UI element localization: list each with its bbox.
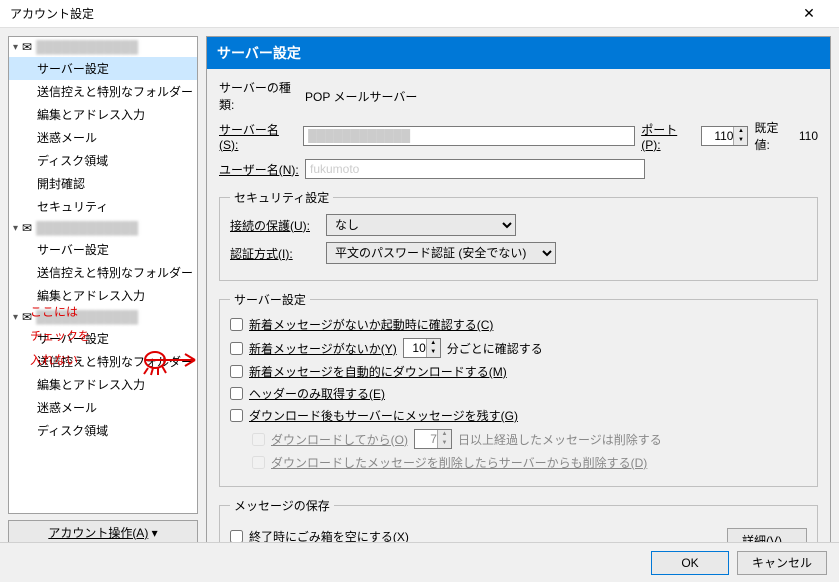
check-startup[interactable] [230, 318, 243, 331]
check-delete-server [252, 456, 265, 469]
server-name-label: サーバー名(S): [219, 121, 297, 152]
storage-fieldset: メッセージの保存 詳細(V)... 終了時にごみ箱を空にする(X) メッセージの… [219, 497, 818, 543]
caret-down-icon: ▾ [13, 42, 18, 53]
tree-item[interactable]: サーバー設定 [9, 238, 197, 261]
check-headers[interactable] [230, 387, 243, 400]
port-default-value: 110 [799, 129, 818, 143]
port-default-label: 既定値: [754, 119, 792, 153]
mail-icon: ✉ [22, 310, 32, 324]
tree-item[interactable]: サーバー設定 [9, 327, 197, 350]
panel-title: サーバー設定 [207, 37, 830, 69]
server-settings-legend: サーバー設定 [230, 291, 310, 308]
tree-item[interactable]: 編集とアドレス入力 [9, 373, 197, 396]
account-label: ████████████ [36, 40, 138, 54]
tree-item[interactable]: 編集とアドレス入力 [9, 284, 197, 307]
check-interval[interactable] [230, 342, 243, 355]
tree-item[interactable]: ディスク領域 [9, 419, 197, 442]
ok-button[interactable]: OK [651, 551, 729, 575]
cancel-button[interactable]: キャンセル [737, 551, 827, 575]
tree-item[interactable]: 送信控えと特別なフォルダー [9, 350, 197, 373]
check-leave[interactable] [230, 409, 243, 422]
connection-label: 接続の保護(U): [230, 217, 320, 234]
account-node[interactable]: ▾ ✉ ████████████ [9, 37, 197, 57]
server-name-input[interactable] [303, 126, 635, 146]
auth-select[interactable]: 平文のパスワード認証 (安全でない) [326, 242, 556, 264]
account-label: ████████████ [36, 310, 138, 324]
check-autodownload[interactable] [230, 365, 243, 378]
tree-item[interactable]: 迷惑メール [9, 126, 197, 149]
account-actions-button[interactable]: アカウント操作(A) ▾ [8, 520, 198, 544]
days-input: 7▲▼ [414, 429, 452, 449]
server-type-label: サーバーの種類: [219, 79, 299, 113]
mail-icon: ✉ [22, 40, 32, 54]
user-name-label: ユーザー名(N): [219, 161, 299, 178]
interval-input[interactable]: 10▲▼ [403, 338, 441, 358]
caret-down-icon: ▾ [13, 223, 18, 234]
close-icon[interactable]: ✕ [789, 5, 829, 22]
server-type-value: POP メールサーバー [305, 88, 417, 105]
account-label: ████████████ [36, 221, 138, 235]
port-input[interactable]: 110▲▼ [701, 126, 748, 146]
sidebar: ▾ ✉ ████████████ サーバー設定 送信控えと特別なフォルダー 編集… [8, 36, 198, 544]
security-fieldset: セキュリティ設定 接続の保護(U): なし 認証方式(I): 平文のパスワード認… [219, 189, 818, 281]
account-tree[interactable]: ▾ ✉ ████████████ サーバー設定 送信控えと特別なフォルダー 編集… [8, 36, 198, 514]
check-delete-days [252, 433, 265, 446]
tree-item[interactable]: 編集とアドレス入力 [9, 103, 197, 126]
dialog-footer: OK キャンセル [0, 542, 839, 582]
tree-item[interactable]: セキュリティ [9, 195, 197, 218]
auth-label: 認証方式(I): [230, 245, 320, 262]
server-settings-fieldset: サーバー設定 新着メッセージがないか起動時に確認する(C) 新着メッセージがない… [219, 291, 818, 487]
storage-legend: メッセージの保存 [230, 497, 334, 514]
tree-item-server[interactable]: サーバー設定 [9, 57, 197, 80]
chevron-down-icon: ▾ [152, 526, 158, 540]
window-title: アカウント設定 [10, 5, 789, 22]
tree-item[interactable]: 開封確認 [9, 172, 197, 195]
tree-item[interactable]: 迷惑メール [9, 396, 197, 419]
tree-item[interactable]: 送信控えと特別なフォルダー [9, 261, 197, 284]
caret-down-icon: ▾ [13, 312, 18, 323]
account-node[interactable]: ▾ ✉ ████████████ [9, 218, 197, 238]
security-legend: セキュリティ設定 [230, 189, 333, 206]
connection-select[interactable]: なし [326, 214, 516, 236]
content-panel: サーバー設定 サーバーの種類: POP メールサーバー サーバー名(S): ポー… [206, 36, 831, 544]
detail-button[interactable]: 詳細(V)... [727, 528, 807, 543]
account-node[interactable]: ▾ ✉ ████████████ [9, 307, 197, 327]
tree-item[interactable]: 送信控えと特別なフォルダー [9, 80, 197, 103]
port-label: ポート(P): [641, 121, 695, 152]
tree-item[interactable]: ディスク領域 [9, 149, 197, 172]
user-name-input[interactable] [305, 159, 645, 179]
mail-icon: ✉ [22, 221, 32, 235]
